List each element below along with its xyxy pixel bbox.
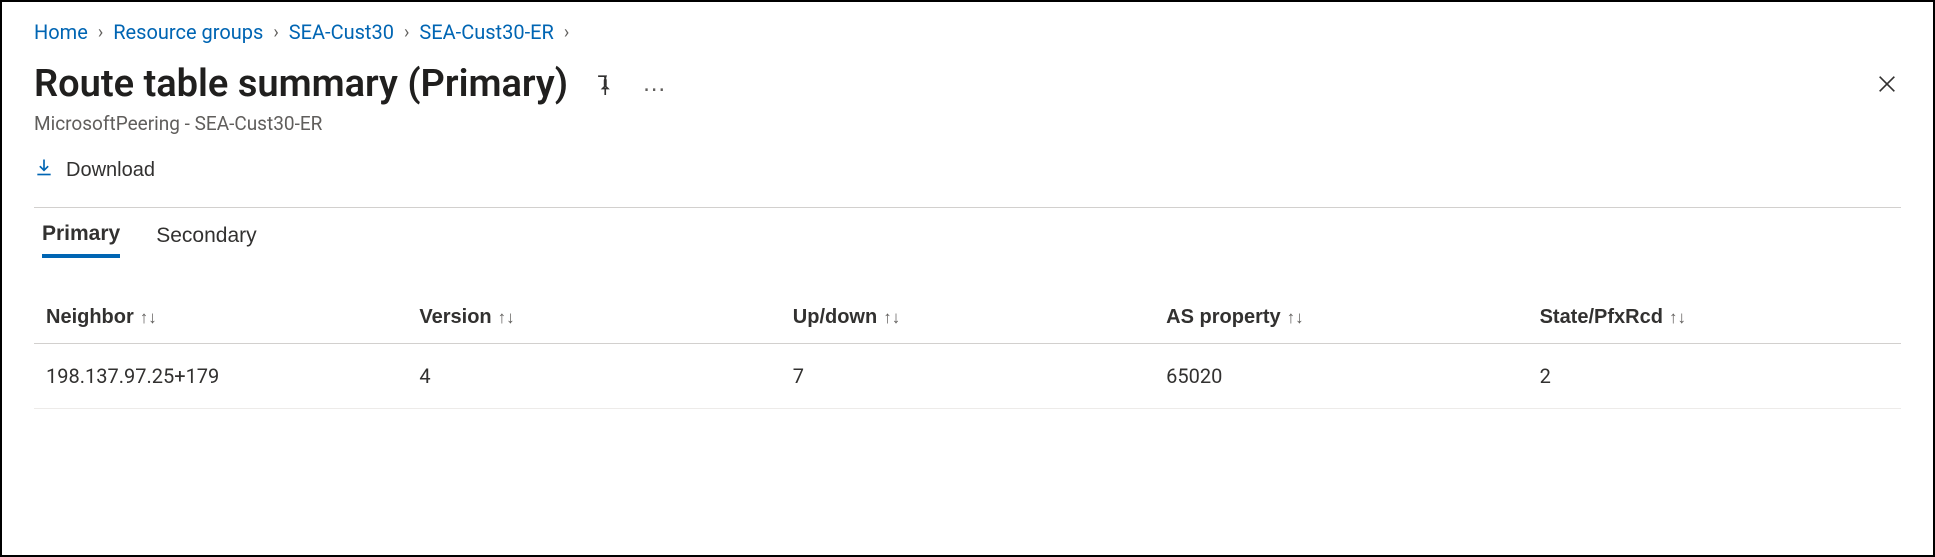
col-header-updown[interactable]: Up/down ↑↓ xyxy=(793,306,900,329)
col-label: State/PfxRcd xyxy=(1540,306,1663,329)
chevron-right-icon: › xyxy=(273,22,278,43)
col-header-version[interactable]: Version ↑↓ xyxy=(419,306,514,329)
col-header-state-pfxrcd[interactable]: State/PfxRcd ↑↓ xyxy=(1540,306,1686,329)
page-title: Route table summary (Primary) xyxy=(34,62,568,106)
chevron-right-icon: › xyxy=(98,22,103,43)
route-table: Neighbor ↑↓ Version ↑↓ Up/down ↑↓ AS pro… xyxy=(34,292,1901,409)
cell-state-pfxrcd: 2 xyxy=(1528,344,1901,409)
sort-icon: ↑↓ xyxy=(498,308,515,328)
breadcrumb-home[interactable]: Home xyxy=(34,20,88,44)
breadcrumb-sea-cust30[interactable]: SEA-Cust30 xyxy=(289,20,394,44)
col-label: Up/down xyxy=(793,306,877,329)
sort-icon: ↑↓ xyxy=(1669,308,1686,328)
tab-secondary[interactable]: Secondary xyxy=(156,222,256,258)
download-icon xyxy=(34,157,54,183)
tabs: Primary Secondary xyxy=(42,222,1901,258)
close-button[interactable] xyxy=(1873,70,1901,98)
col-header-as-property[interactable]: AS property ↑↓ xyxy=(1166,306,1303,329)
breadcrumb-sea-cust30-er[interactable]: SEA-Cust30-ER xyxy=(419,20,553,44)
col-label: Neighbor xyxy=(46,306,134,329)
cell-as-property: 65020 xyxy=(1154,344,1527,409)
cell-updown: 7 xyxy=(781,344,1154,409)
more-button[interactable]: … xyxy=(636,70,674,98)
pin-icon xyxy=(591,73,613,95)
divider xyxy=(34,207,1901,208)
download-label: Download xyxy=(66,159,155,182)
sort-icon: ↑↓ xyxy=(140,308,157,328)
close-icon xyxy=(1876,73,1898,95)
col-header-neighbor[interactable]: Neighbor ↑↓ xyxy=(46,306,157,329)
table-header-row: Neighbor ↑↓ Version ↑↓ Up/down ↑↓ AS pro… xyxy=(34,292,1901,344)
page-subtitle: MicrosoftPeering - SEA-Cust30-ER xyxy=(34,112,1901,135)
breadcrumb: Home › Resource groups › SEA-Cust30 › SE… xyxy=(34,20,1901,44)
table-row[interactable]: 198.137.97.25+179 4 7 65020 2 xyxy=(34,344,1901,409)
page-header: Route table summary (Primary) … xyxy=(34,62,1901,106)
tab-primary[interactable]: Primary xyxy=(42,222,120,258)
cell-neighbor: 198.137.97.25+179 xyxy=(34,344,407,409)
chevron-right-icon: › xyxy=(564,22,569,43)
sort-icon: ↑↓ xyxy=(1287,308,1304,328)
col-label: Version xyxy=(419,306,491,329)
cell-version: 4 xyxy=(407,344,780,409)
breadcrumb-resource-groups[interactable]: Resource groups xyxy=(113,20,263,44)
toolbar: Download xyxy=(34,157,1901,197)
col-label: AS property xyxy=(1166,306,1280,329)
pin-button[interactable] xyxy=(588,70,616,98)
ellipsis-icon: … xyxy=(642,70,668,98)
sort-icon: ↑↓ xyxy=(883,308,900,328)
download-button[interactable]: Download xyxy=(34,157,155,183)
chevron-right-icon: › xyxy=(404,22,409,43)
